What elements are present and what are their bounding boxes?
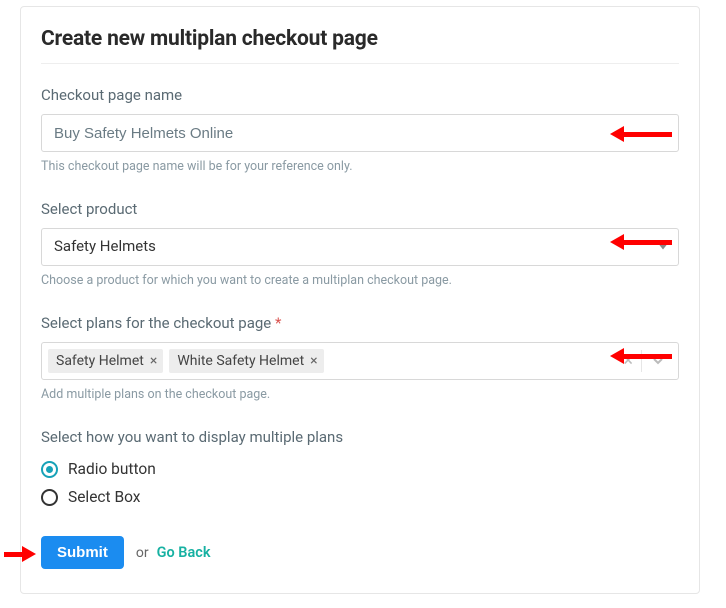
or-text: or xyxy=(136,545,149,561)
plans-help: Add multiple plans on the checkout page. xyxy=(41,387,679,402)
field-product: Select product Safety Helmets Choose a p… xyxy=(41,200,679,288)
form-actions: Submit or Go Back xyxy=(41,536,679,569)
radio-option-radio-button[interactable]: Radio button xyxy=(41,460,679,478)
annotation-arrow xyxy=(610,348,672,364)
radio-option-label: Radio button xyxy=(68,460,156,478)
plans-label: Select plans for the checkout page * xyxy=(41,314,679,332)
divider xyxy=(41,63,679,64)
plans-label-text: Select plans for the checkout page xyxy=(41,314,271,332)
page-title: Create new multiplan checkout page xyxy=(41,27,679,51)
product-select[interactable]: Safety Helmets xyxy=(41,228,679,266)
field-checkout-name: Checkout page name This checkout page na… xyxy=(41,86,679,174)
plan-tag: White Safety Helmet × xyxy=(169,349,323,373)
checkout-name-label: Checkout page name xyxy=(41,86,679,104)
field-display-mode: Select how you want to display multiple … xyxy=(41,428,679,506)
required-mark: * xyxy=(275,314,281,332)
checkout-name-input[interactable] xyxy=(41,114,679,152)
checkout-name-help: This checkout page name will be for your… xyxy=(41,159,679,174)
form-card: Create new multiplan checkout page Check… xyxy=(20,6,700,594)
product-label: Select product xyxy=(41,200,679,218)
plan-tag-label: Safety Helmet xyxy=(56,353,144,369)
submit-button[interactable]: Submit xyxy=(41,536,124,569)
radio-option-label: Select Box xyxy=(68,488,140,506)
go-back-link[interactable]: Go Back xyxy=(157,544,211,561)
annotation-arrow xyxy=(4,546,36,562)
field-plans: Select plans for the checkout page * Saf… xyxy=(41,314,679,402)
radio-option-select-box[interactable]: Select Box xyxy=(41,488,679,506)
plan-tag-label: White Safety Helmet xyxy=(177,353,304,369)
plan-tag: Safety Helmet × xyxy=(48,349,163,373)
plans-multiselect[interactable]: Safety Helmet × White Safety Helmet × × xyxy=(41,342,679,380)
product-help: Choose a product for which you want to c… xyxy=(41,273,679,288)
display-mode-label: Select how you want to display multiple … xyxy=(41,428,679,446)
remove-tag-icon[interactable]: × xyxy=(150,354,157,368)
radio-icon xyxy=(41,461,58,478)
product-selected-value: Safety Helmets xyxy=(41,228,679,266)
annotation-arrow xyxy=(610,234,672,250)
radio-icon xyxy=(41,489,58,506)
annotation-arrow xyxy=(610,126,672,142)
remove-tag-icon[interactable]: × xyxy=(310,354,317,368)
